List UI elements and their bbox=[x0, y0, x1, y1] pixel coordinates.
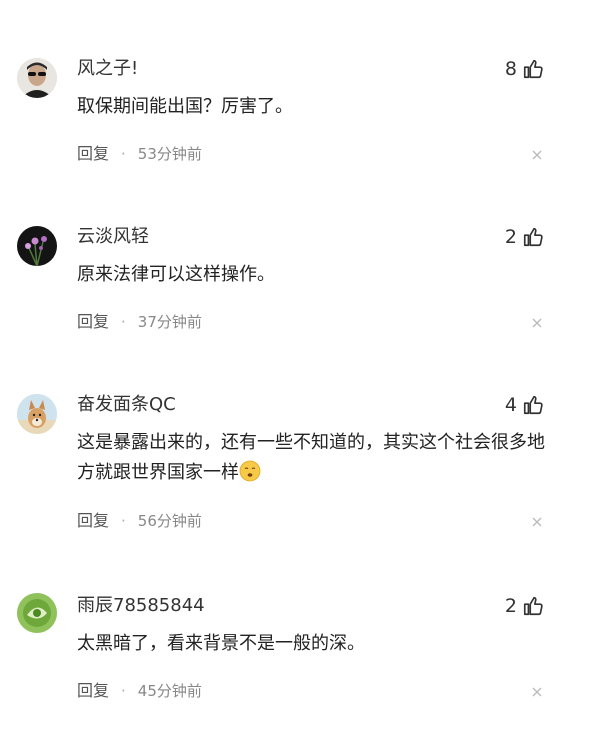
comment-item: 雨辰78585844 2 太黑暗了，看来背景不是一般的深。 回复 · 45分钟前 bbox=[0, 588, 600, 756]
comment-text: 太黑暗了，看来背景不是一般的深。 bbox=[77, 633, 365, 654]
comment-meta: 回复 · 56分钟前 bbox=[77, 510, 202, 532]
reply-button[interactable]: 回复 bbox=[77, 510, 109, 532]
username[interactable]: 风之子! bbox=[77, 57, 138, 81]
thumb-up-icon bbox=[523, 596, 543, 616]
username[interactable]: 雨辰78585844 bbox=[77, 594, 205, 618]
avatar[interactable] bbox=[17, 394, 57, 434]
comment-text: 取保期间能出国？厉害了。 bbox=[77, 96, 293, 117]
reply-button[interactable]: 回复 bbox=[77, 311, 109, 333]
separator-dot: · bbox=[121, 682, 126, 700]
like-count: 2 bbox=[504, 595, 517, 617]
avatar[interactable] bbox=[17, 58, 57, 98]
like-count: 2 bbox=[504, 226, 517, 248]
comment-text: 这是暴露出来的，还有一些不知道的，其实这个社会很多地方就跟世界国家一样 bbox=[77, 428, 547, 488]
timestamp: 45分钟前 bbox=[137, 682, 202, 700]
comment-list: 风之子! 8 取保期间能出国？厉害了。 回复 · 53分钟前 云淡风轻 2 原来… bbox=[0, 0, 600, 721]
comment-item: 风之子! 8 取保期间能出国？厉害了。 回复 · 53分钟前 bbox=[0, 53, 600, 221]
thumb-up-icon bbox=[523, 395, 543, 415]
thumb-up-icon bbox=[523, 227, 543, 247]
avatar[interactable] bbox=[17, 593, 57, 633]
close-icon[interactable] bbox=[530, 148, 544, 162]
separator-dot: · bbox=[121, 313, 126, 331]
comment-item: 云淡风轻 2 原来法律可以这样操作。 回复 · 37分钟前 bbox=[0, 221, 600, 389]
avatar[interactable] bbox=[17, 226, 57, 266]
avatar-man-sunglasses-icon bbox=[17, 58, 57, 98]
avatar-flowers-icon bbox=[17, 226, 57, 266]
separator-dot: · bbox=[121, 145, 126, 163]
avatar-green-circle-icon bbox=[17, 593, 57, 633]
comment-text-body: 这是暴露出来的，还有一些不知道的，其实这个社会很多地方就跟世界国家一样 bbox=[77, 432, 545, 483]
smirk-emoji-icon bbox=[239, 460, 261, 482]
avatar-dog-icon bbox=[17, 394, 57, 434]
like-count: 8 bbox=[504, 58, 517, 80]
close-icon[interactable] bbox=[530, 685, 544, 699]
timestamp: 56分钟前 bbox=[137, 512, 202, 530]
like-button[interactable]: 2 bbox=[505, 593, 544, 619]
close-icon[interactable] bbox=[530, 316, 544, 330]
username[interactable]: 奋发面条QC bbox=[77, 393, 176, 417]
separator-dot: · bbox=[121, 512, 126, 530]
timestamp: 37分钟前 bbox=[137, 313, 202, 331]
like-button[interactable]: 4 bbox=[505, 392, 544, 418]
close-icon[interactable] bbox=[530, 515, 544, 529]
like-count: 4 bbox=[504, 394, 517, 416]
like-button[interactable]: 8 bbox=[505, 56, 544, 82]
timestamp: 53分钟前 bbox=[137, 145, 202, 163]
thumb-up-icon bbox=[523, 59, 543, 79]
like-button[interactable]: 2 bbox=[505, 224, 544, 250]
comment-text: 原来法律可以这样操作。 bbox=[77, 264, 275, 285]
reply-button[interactable]: 回复 bbox=[77, 143, 109, 165]
username[interactable]: 云淡风轻 bbox=[77, 225, 149, 249]
comment-meta: 回复 · 53分钟前 bbox=[77, 143, 202, 165]
comment-meta: 回复 · 45分钟前 bbox=[77, 680, 202, 702]
reply-button[interactable]: 回复 bbox=[77, 680, 109, 702]
comment-item: 奋发面条QC 4 这是暴露出来的，还有一些不知道的，其实这个社会很多地方就跟世界… bbox=[0, 389, 600, 557]
comment-meta: 回复 · 37分钟前 bbox=[77, 311, 202, 333]
